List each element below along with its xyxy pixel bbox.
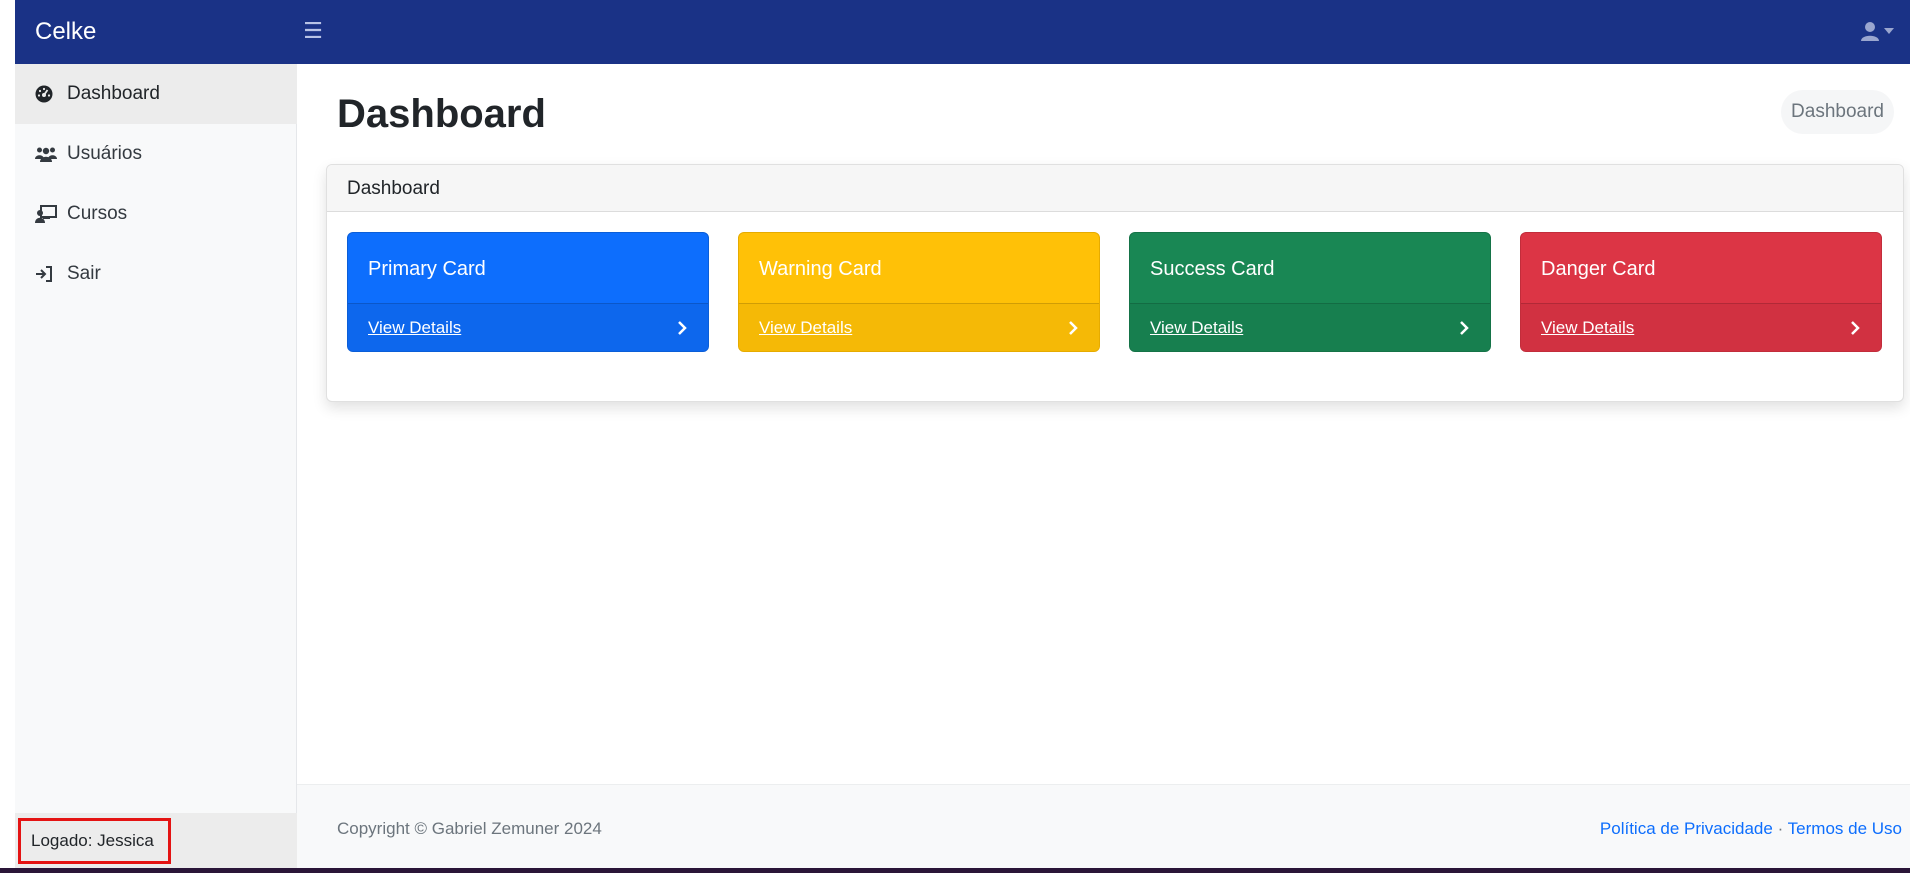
view-details-link[interactable]: View Details: [759, 318, 852, 338]
card-footer: View Details: [348, 303, 708, 351]
chevron-right-icon[interactable]: [1849, 320, 1861, 336]
chevron-right-icon[interactable]: [1067, 320, 1079, 336]
card-title: Primary Card: [368, 258, 486, 280]
footer-links: Política de Privacidade · Termos de Uso: [1600, 819, 1902, 839]
view-details-link[interactable]: View Details: [1541, 318, 1634, 338]
chevron-right-icon[interactable]: [676, 320, 688, 336]
privacy-policy-link[interactable]: Política de Privacidade: [1600, 819, 1773, 838]
sidebar-item-label: Usuários: [67, 143, 142, 164]
panel-header: Dashboard: [327, 165, 1903, 212]
dashboard-panel: Dashboard Primary Card View Details Warn…: [326, 164, 1904, 402]
sidebar-footer: Logado: Jessica: [15, 813, 297, 873]
warning-card: Warning Card View Details: [738, 232, 1100, 352]
page-title: Dashboard: [337, 92, 546, 136]
card-title: Warning Card: [759, 258, 882, 280]
users-icon: [35, 143, 61, 165]
sidebar-toggle-button[interactable]: ☰: [303, 18, 323, 44]
card-title: Success Card: [1150, 258, 1275, 280]
logged-user-label: Logado: Jessica: [18, 818, 171, 864]
chalkboard-teacher-icon: [35, 203, 61, 225]
breadcrumb: Dashboard: [1781, 90, 1894, 134]
primary-card: Primary Card View Details: [347, 232, 709, 352]
card-footer: View Details: [1521, 303, 1881, 351]
sign-out-icon: [35, 263, 61, 285]
chevron-right-icon[interactable]: [1458, 320, 1470, 336]
taskbar-edge: [0, 868, 1910, 873]
view-details-link[interactable]: View Details: [368, 318, 461, 338]
view-details-link[interactable]: View Details: [1150, 318, 1243, 338]
top-navbar: Celke ☰: [15, 0, 1910, 64]
sidebar-item-sair[interactable]: Sair: [15, 244, 297, 304]
footer-separator: ·: [1777, 819, 1784, 838]
sidebar-item-cursos[interactable]: Cursos: [15, 184, 297, 244]
sidebar-item-dashboard[interactable]: Dashboard: [15, 64, 297, 124]
brand-logo[interactable]: Celke: [35, 0, 96, 64]
window-edge: [0, 0, 15, 873]
user-icon: [1861, 22, 1879, 41]
success-card: Success Card View Details: [1129, 232, 1491, 352]
card-footer: View Details: [739, 303, 1099, 351]
card-title: Danger Card: [1541, 258, 1656, 280]
card-footer: View Details: [1130, 303, 1490, 351]
page-footer: Copyright © Gabriel Zemuner 2024 Polític…: [297, 784, 1910, 873]
sidebar-item-label: Dashboard: [67, 83, 160, 104]
caret-down-icon: [1884, 28, 1894, 34]
menu-icon: ☰: [303, 18, 323, 43]
sidebar-item-label: Cursos: [67, 203, 128, 224]
sidebar: Dashboard Usuários Cursos Sair Logado: J…: [15, 64, 297, 873]
copyright-text: Copyright © Gabriel Zemuner 2024: [337, 819, 602, 838]
app-frame: Celke ☰ Dashboard Usuários Cursos Sair L…: [15, 0, 1910, 873]
terms-of-use-link[interactable]: Termos de Uso: [1788, 819, 1902, 838]
sidebar-item-usuarios[interactable]: Usuários: [15, 124, 297, 184]
gauge-icon: [35, 83, 61, 105]
danger-card: Danger Card View Details: [1520, 232, 1882, 352]
sidebar-item-label: Sair: [67, 263, 101, 284]
main-content: Dashboard Dashboard Dashboard Primary Ca…: [297, 64, 1910, 873]
user-dropdown-button[interactable]: [1860, 16, 1894, 46]
